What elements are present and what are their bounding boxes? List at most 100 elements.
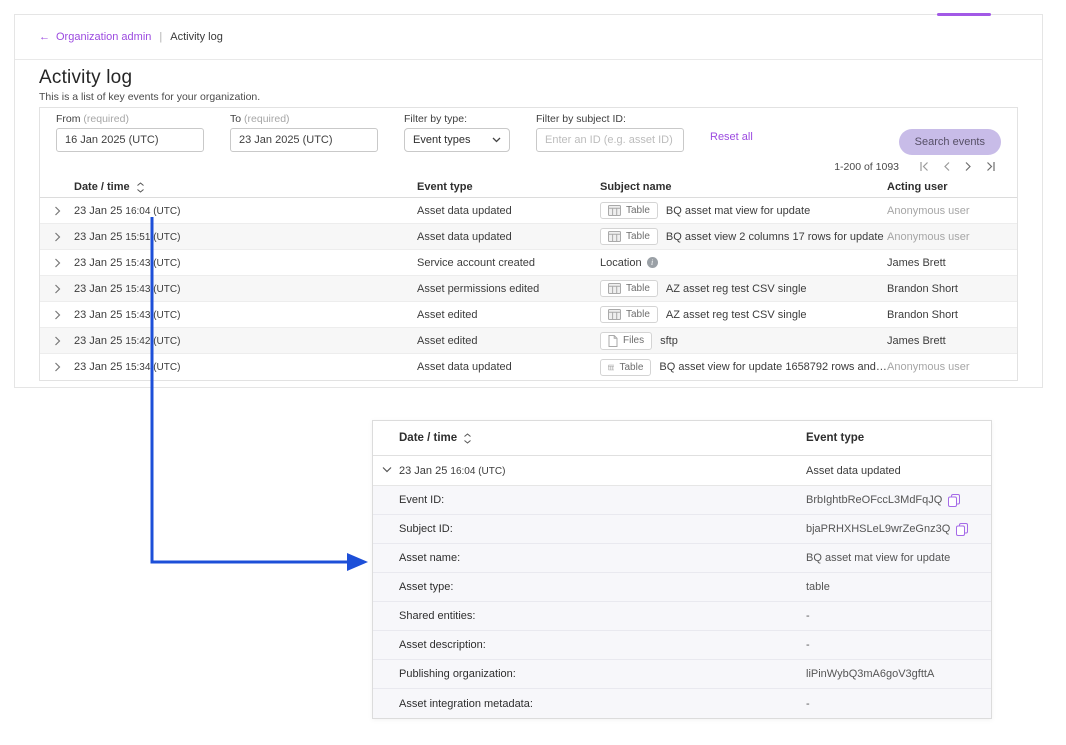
row-event-type: Asset data updated bbox=[417, 205, 600, 217]
row-acting-user: Brandon Short bbox=[887, 283, 1017, 295]
detail-field-row: Asset description: - bbox=[373, 631, 991, 660]
row-subject: Table BQ asset view for update 1658792 r… bbox=[600, 359, 887, 376]
expand-chevron-icon[interactable] bbox=[40, 206, 74, 216]
expand-chevron-icon[interactable] bbox=[40, 232, 74, 242]
row-event-type: Asset edited bbox=[417, 309, 600, 321]
detail-field-row: Asset integration metadata: - bbox=[373, 689, 991, 718]
detail-field-value: - bbox=[806, 610, 991, 622]
row-acting-user: James Brett bbox=[887, 335, 1017, 347]
row-acting-user: Anonymous user bbox=[887, 205, 1017, 217]
table-row[interactable]: 23 Jan 25 15:43 (UTC) Asset permissions … bbox=[40, 276, 1017, 302]
subject-name: BQ asset view 2 columns 17 rows for upda… bbox=[666, 231, 884, 243]
info-icon[interactable]: i bbox=[647, 257, 658, 268]
subject-name: sftp bbox=[660, 335, 678, 347]
expand-chevron-icon[interactable] bbox=[40, 362, 74, 372]
table-icon bbox=[608, 205, 621, 216]
row-event-type: Asset edited bbox=[417, 335, 600, 347]
expanded-row[interactable]: 23 Jan 25 16:04 (UTC) Asset data updated bbox=[373, 456, 991, 486]
detail-field-value: BrbIghtbReOFccL3MdFqJQ bbox=[806, 494, 991, 507]
table-header: Date / time Event type Subject name Acti… bbox=[40, 177, 1017, 198]
back-link[interactable]: ← Organization admin bbox=[39, 31, 151, 43]
table-icon bbox=[608, 283, 621, 294]
subject-id-input[interactable] bbox=[536, 128, 684, 152]
activity-log-page: ← Organization admin | Activity log Acti… bbox=[0, 0, 1066, 745]
row-acting-user: James Brett bbox=[887, 257, 1017, 269]
row-subject: Table BQ asset mat view for update bbox=[600, 202, 887, 219]
subject-name: AZ asset reg test CSV single bbox=[666, 283, 807, 295]
last-page-button[interactable] bbox=[983, 160, 999, 173]
table-row[interactable]: 23 Jan 25 15:51 (UTC) Asset data updated… bbox=[40, 224, 1017, 250]
column-event-type: Event type bbox=[417, 181, 600, 193]
detail-field-row: Shared entities: - bbox=[373, 602, 991, 631]
subject-name: AZ asset reg test CSV single bbox=[666, 309, 807, 321]
collapse-chevron-icon[interactable] bbox=[382, 466, 392, 474]
subject-type-badge: Table bbox=[600, 306, 658, 323]
detail-field-label: Subject ID: bbox=[399, 523, 806, 535]
detail-field-value: bjaPRHXHSLeL9wrZeGnz3Q bbox=[806, 523, 991, 536]
card-body: Activity log This is a list of key event… bbox=[15, 60, 1042, 387]
row-date: 23 Jan 25 15:34 (UTC) bbox=[74, 361, 417, 373]
from-date-group: From (required) bbox=[56, 113, 204, 152]
from-label: From (required) bbox=[56, 113, 204, 125]
previous-page-button[interactable] bbox=[941, 160, 953, 173]
to-date-input[interactable] bbox=[230, 128, 378, 152]
detail-field-label: Publishing organization: bbox=[399, 668, 806, 680]
detail-field-row: Asset type: table bbox=[373, 573, 991, 602]
table-row[interactable]: 23 Jan 25 15:34 (UTC) Asset data updated… bbox=[40, 354, 1017, 380]
next-page-button[interactable] bbox=[962, 160, 974, 173]
expand-chevron-icon[interactable] bbox=[40, 310, 74, 320]
copy-icon[interactable] bbox=[948, 494, 960, 507]
row-event-type: Asset permissions edited bbox=[417, 283, 600, 295]
expand-chevron-icon[interactable] bbox=[40, 336, 74, 346]
to-label: To (required) bbox=[230, 113, 378, 125]
row-date: 23 Jan 25 15:51 (UTC) bbox=[74, 231, 417, 243]
detail-column-event-type: Event type bbox=[806, 432, 991, 444]
back-arrow-icon: ← bbox=[39, 31, 50, 43]
subject-type-badge: Table bbox=[600, 228, 658, 245]
table-row[interactable]: 23 Jan 25 15:43 (UTC) Service account cr… bbox=[40, 250, 1017, 276]
table-icon bbox=[608, 309, 621, 320]
table-body: 23 Jan 25 16:04 (UTC) Asset data updated… bbox=[40, 198, 1017, 380]
pagination: 1-200 of 1093 bbox=[40, 158, 1017, 177]
column-acting-user: Acting user bbox=[887, 181, 1017, 193]
row-date: 23 Jan 25 15:43 (UTC) bbox=[74, 309, 417, 321]
subject-name: BQ asset view for update 1658792 rows an… bbox=[659, 361, 887, 373]
row-date: 23 Jan 25 15:42 (UTC) bbox=[74, 335, 417, 347]
row-subject: Table BQ asset view 2 columns 17 rows fo… bbox=[600, 228, 887, 245]
row-subject: Table AZ asset reg test CSV single bbox=[600, 280, 887, 297]
expanded-row-date: 23 Jan 25 16:04 (UTC) bbox=[399, 465, 806, 477]
reset-all-link[interactable]: Reset all bbox=[710, 131, 753, 143]
event-types-select[interactable]: Event types bbox=[404, 128, 510, 152]
detail-field-label: Asset integration metadata: bbox=[399, 698, 806, 710]
subject-filter-label: Filter by subject ID: bbox=[536, 113, 684, 125]
table-row[interactable]: 23 Jan 25 15:42 (UTC) Asset edited Files… bbox=[40, 328, 1017, 354]
table-row[interactable]: 23 Jan 25 16:04 (UTC) Asset data updated… bbox=[40, 198, 1017, 224]
copy-icon[interactable] bbox=[956, 523, 968, 536]
sort-icon bbox=[136, 182, 145, 193]
first-page-button[interactable] bbox=[916, 160, 932, 173]
table-row[interactable]: 23 Jan 25 15:43 (UTC) Asset edited Table… bbox=[40, 302, 1017, 328]
sort-icon bbox=[463, 433, 472, 444]
detail-field-value: - bbox=[806, 639, 991, 651]
breadcrumb: ← Organization admin | Activity log bbox=[15, 15, 1042, 60]
row-event-type: Asset data updated bbox=[417, 361, 600, 373]
row-event-type: Asset data updated bbox=[417, 231, 600, 243]
expand-chevron-icon[interactable] bbox=[40, 258, 74, 268]
detail-panel: Date / time Event type 23 Jan 25 16:04 (… bbox=[372, 420, 992, 719]
top-accent-line bbox=[937, 13, 991, 16]
subject-location: Location i bbox=[600, 257, 658, 269]
subject-type-badge: Table bbox=[600, 359, 651, 376]
detail-column-date-time[interactable]: Date / time bbox=[399, 432, 806, 444]
column-subject-name: Subject name bbox=[600, 181, 887, 193]
type-filter-group: Filter by type: Event types bbox=[404, 113, 510, 152]
row-date: 23 Jan 25 16:04 (UTC) bbox=[74, 205, 417, 217]
search-events-button[interactable]: Search events bbox=[899, 129, 1001, 155]
from-date-input[interactable] bbox=[56, 128, 204, 152]
column-date-time[interactable]: Date / time bbox=[74, 181, 417, 193]
expand-chevron-icon[interactable] bbox=[40, 284, 74, 294]
detail-field-value: liPinWybQ3mA6goV3gfttA bbox=[806, 668, 991, 680]
detail-field-row: Subject ID: bjaPRHXHSLeL9wrZeGnz3Q bbox=[373, 515, 991, 544]
files-icon bbox=[608, 335, 618, 347]
detail-field-label: Asset description: bbox=[399, 639, 806, 651]
row-acting-user: Anonymous user bbox=[887, 361, 1017, 373]
